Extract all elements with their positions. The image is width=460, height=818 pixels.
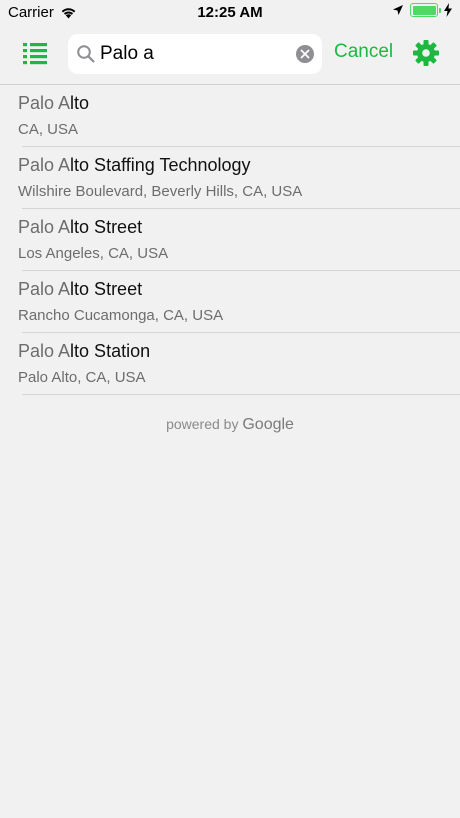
- result-title-rest: lto: [70, 93, 90, 113]
- location-arrow-icon: [393, 5, 403, 15]
- battery-icon: [410, 3, 441, 17]
- list-icon[interactable]: [22, 40, 48, 66]
- charging-bolt-icon: [444, 3, 452, 17]
- result-title-match: Palo A: [18, 279, 71, 299]
- result-subtitle: Rancho Cucamonga, CA, USA: [18, 307, 224, 324]
- result-subtitle: Wilshire Boulevard, Beverly Hills, CA, U…: [18, 183, 303, 200]
- search-field[interactable]: [68, 34, 322, 74]
- result-title-match: Palo A: [18, 93, 71, 113]
- search-nav-bar: Cancel: [0, 26, 460, 84]
- result-subtitle: Palo Alto, CA, USA: [18, 369, 146, 386]
- result-title: Palo Alto: [18, 93, 89, 114]
- result-title-match: Palo A: [18, 341, 71, 361]
- result-title-match: Palo A: [18, 155, 71, 175]
- result-title-rest: lto Street: [70, 217, 143, 237]
- result-title: Palo Alto Staffing Technology: [18, 155, 251, 176]
- result-title-rest: lto Street: [70, 279, 143, 299]
- powered-by-google: powered by Google: [0, 416, 460, 434]
- search-results-list: Palo Alto CA, USA Palo Alto Staffing Tec…: [0, 85, 460, 395]
- search-input[interactable]: [100, 34, 290, 74]
- result-row[interactable]: Palo Alto Street Rancho Cucamonga, CA, U…: [0, 271, 460, 333]
- clear-icon[interactable]: [296, 45, 314, 63]
- cancel-button[interactable]: Cancel: [334, 41, 393, 63]
- result-row[interactable]: Palo Alto CA, USA: [0, 85, 460, 147]
- status-time: 12:25 AM: [197, 4, 263, 21]
- result-title: Palo Alto Station: [18, 341, 150, 362]
- battery-fill: [412, 5, 436, 15]
- result-title-match: Palo A: [18, 217, 71, 237]
- gear-icon[interactable]: [412, 39, 440, 67]
- result-title-rest: lto Station: [70, 341, 151, 361]
- result-subtitle: Los Angeles, CA, USA: [18, 245, 169, 262]
- google-logo: Google: [242, 416, 294, 433]
- battery-tip: [439, 8, 441, 13]
- x-mark-icon: [300, 49, 310, 59]
- powered-by-label: powered by: [166, 416, 239, 432]
- result-title: Palo Alto Street: [18, 279, 142, 300]
- result-title-rest: lto Staffing Technology: [70, 155, 251, 175]
- status-right: [392, 3, 452, 17]
- result-row[interactable]: Palo Alto Street Los Angeles, CA, USA: [0, 209, 460, 271]
- result-subtitle: CA, USA: [18, 121, 79, 138]
- status-bar: Carrier 12:25 AM: [0, 0, 460, 26]
- result-row[interactable]: Palo Alto Station Palo Alto, CA, USA: [0, 333, 460, 395]
- search-icon: [77, 45, 95, 63]
- result-row[interactable]: Palo Alto Staffing Technology Wilshire B…: [0, 147, 460, 209]
- result-title: Palo Alto Street: [18, 217, 142, 238]
